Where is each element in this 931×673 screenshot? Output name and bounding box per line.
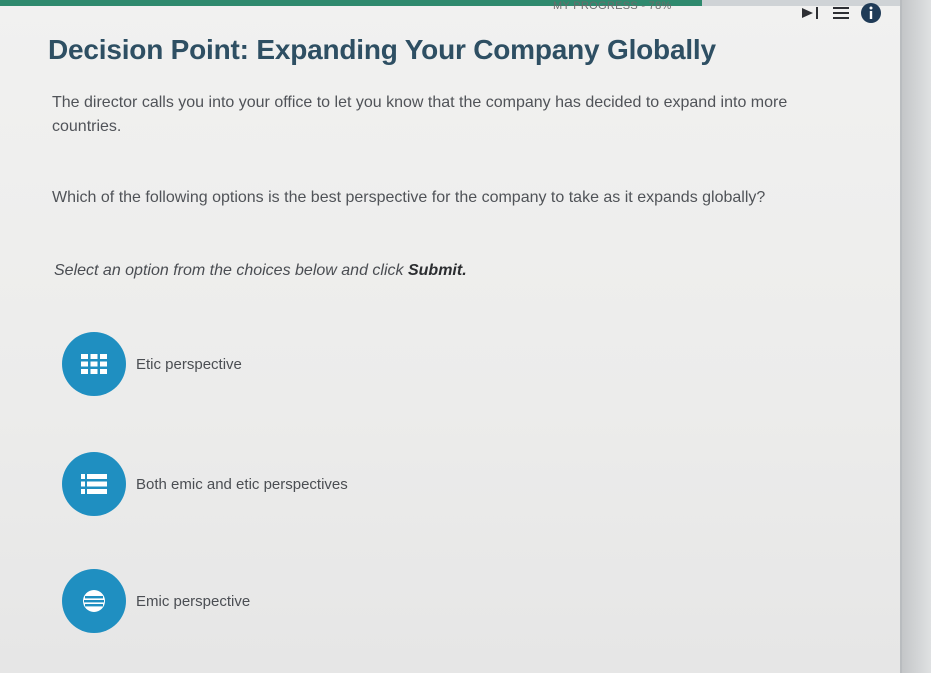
instruction-text: Select an option from the choices below … — [54, 262, 467, 280]
info-icon[interactable] — [860, 2, 882, 24]
list-icon — [62, 452, 126, 516]
play-next-icon[interactable] — [800, 6, 822, 20]
option-etic[interactable]: Etic perspective — [62, 331, 242, 397]
lesson-screen: MY PROGRESS - 78% Decision Point: Expand… — [0, 0, 902, 673]
screen-bezel — [902, 0, 931, 673]
progress-bar — [0, 0, 900, 6]
page-title: Decision Point: Expanding Your Company G… — [48, 34, 716, 65]
option-emic[interactable]: Emic perspective — [62, 568, 250, 634]
instruction-prefix: Select an option from the choices below … — [54, 262, 408, 279]
toolbar — [800, 2, 882, 24]
grid-icon — [62, 332, 126, 396]
option-label: Etic perspective — [136, 355, 242, 373]
instruction-submit: Submit. — [407, 262, 467, 279]
menu-list-icon[interactable] — [832, 5, 850, 21]
option-both[interactable]: Both emic and etic perspectives — [62, 451, 348, 517]
globe-icon — [62, 569, 126, 633]
scenario-text: The director calls you into your office … — [52, 94, 788, 135]
option-label: Emic perspective — [136, 592, 251, 610]
option-label: Both emic and etic perspectives — [136, 475, 348, 493]
progress-label: MY PROGRESS - 78% — [553, 0, 672, 12]
question-text: Which of the following options is the be… — [52, 189, 766, 206]
